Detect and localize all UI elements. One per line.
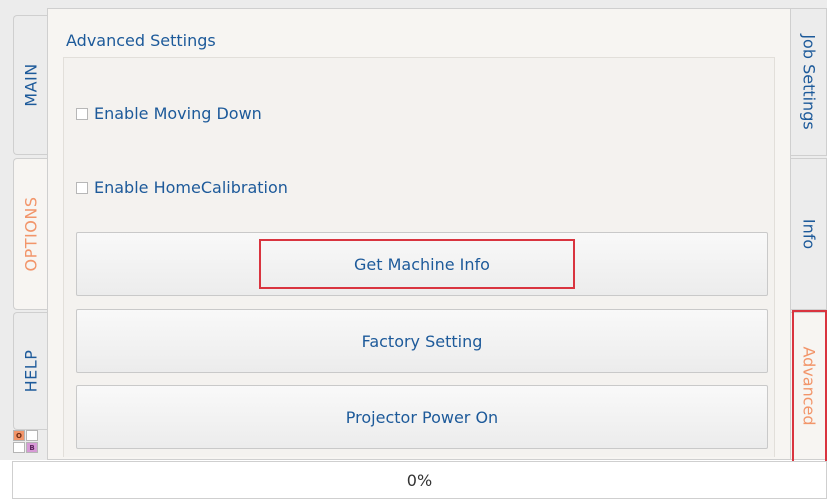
- progress-text: 0%: [406, 470, 433, 490]
- factory-setting-button[interactable]: Factory Setting: [76, 309, 768, 373]
- checkbox-label: Enable Moving Down: [94, 104, 262, 123]
- app-logo: O B: [13, 430, 47, 456]
- tab-help-label: HELP: [21, 349, 40, 393]
- checkbox-box[interactable]: [76, 181, 88, 194]
- advanced-settings-panel: Advanced Settings Enable Moving Down Ena…: [47, 8, 791, 460]
- tab-main[interactable]: MAIN: [13, 15, 47, 155]
- checkbox-box[interactable]: [76, 107, 88, 120]
- tab-info[interactable]: Info: [791, 158, 827, 310]
- app-frame: MAIN OPTIONS HELP O B Advanced Settings …: [0, 0, 827, 469]
- highlight-box-machine-info: [259, 239, 575, 289]
- logo-tile-purple: B: [26, 442, 38, 453]
- page-title: Advanced Settings: [66, 31, 216, 50]
- logo-tile-white: [13, 442, 25, 453]
- tab-job-settings-label: Job Settings: [799, 34, 818, 130]
- progress-status-bar: 0%: [12, 461, 827, 499]
- highlight-box-advanced-tab: [792, 310, 827, 469]
- checkbox-label: Enable HomeCalibration: [94, 178, 288, 197]
- tab-help[interactable]: HELP: [13, 312, 47, 430]
- tab-options-label: OPTIONS: [21, 196, 40, 272]
- enable-home-calibration-checkbox[interactable]: Enable HomeCalibration: [76, 178, 288, 197]
- enable-moving-down-checkbox[interactable]: Enable Moving Down: [76, 104, 262, 123]
- tab-info-label: Info: [799, 218, 818, 250]
- projector-power-on-button[interactable]: Projector Power On: [76, 385, 768, 449]
- tab-job-settings[interactable]: Job Settings: [791, 8, 827, 156]
- logo-tile-white: [26, 430, 38, 441]
- tab-main-label: MAIN: [21, 63, 40, 107]
- tab-options[interactable]: OPTIONS: [13, 158, 47, 310]
- logo-tile-orange: O: [13, 430, 25, 441]
